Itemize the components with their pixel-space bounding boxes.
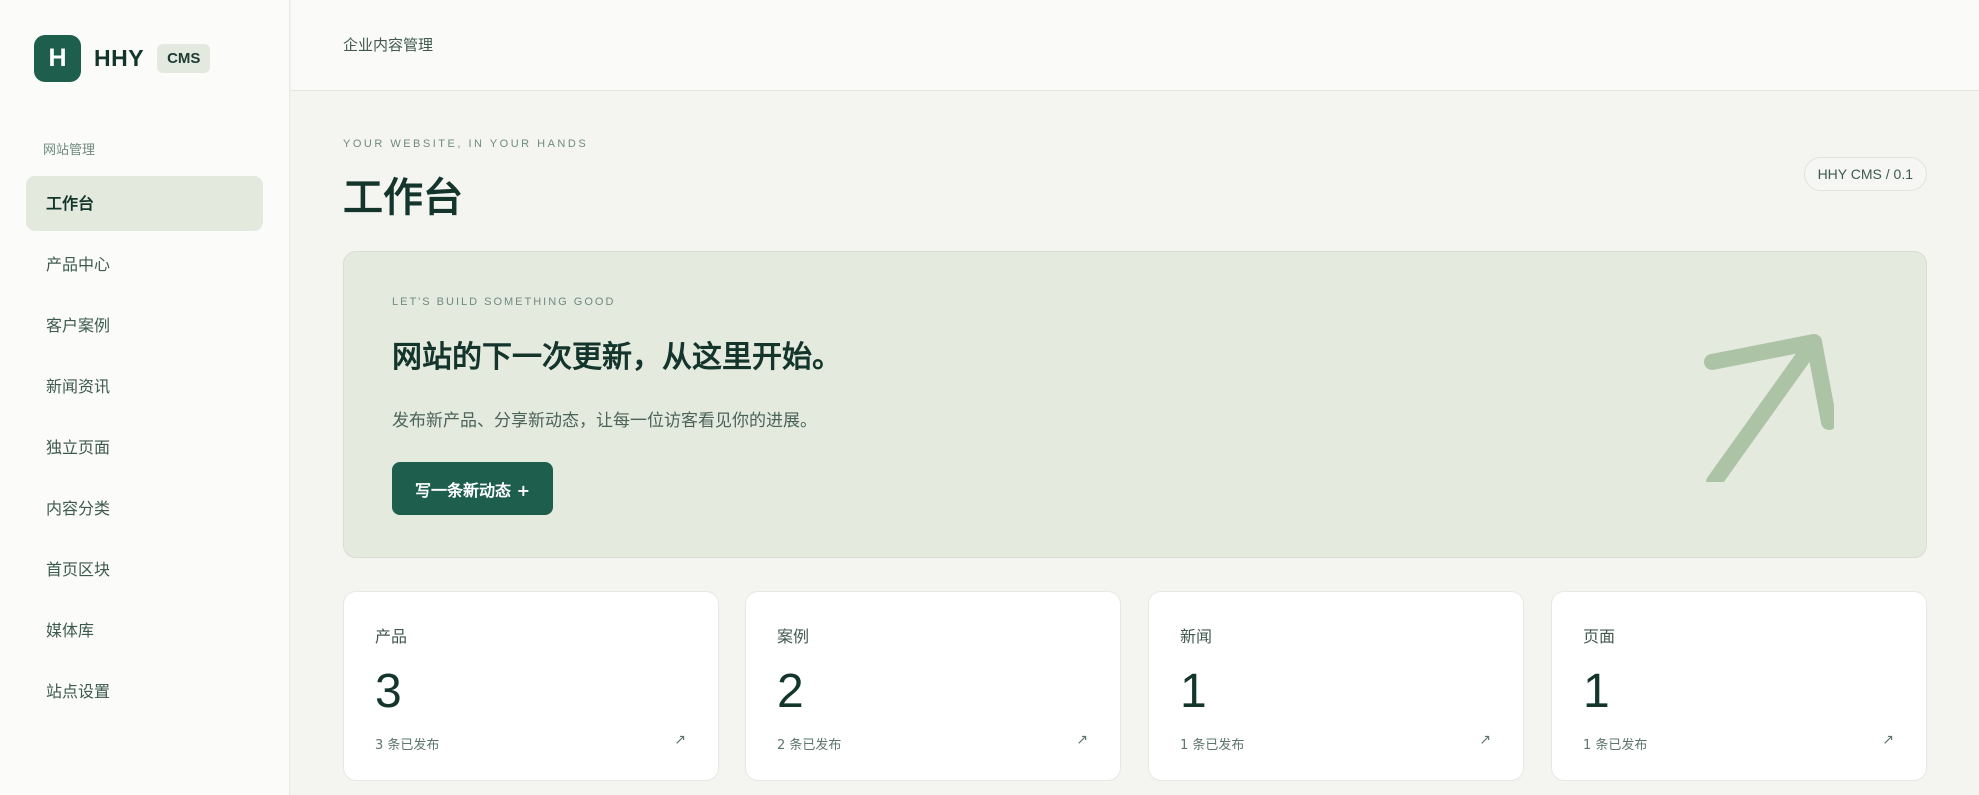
stat-label: 新闻 <box>1180 627 1213 646</box>
stat-sub: 1 条已发布 <box>1583 738 1648 753</box>
stat-card-products[interactable]: 产品 3 3 条已发布 ↗ <box>343 591 719 781</box>
hero-title: 网站的下一次更新，从这里开始。 <box>392 340 842 375</box>
sidebar-item-dashboard[interactable]: 工作台 <box>26 176 263 231</box>
sidebar-item-media[interactable]: 媒体库 <box>26 603 263 658</box>
sidebar-item-settings[interactable]: 站点设置 <box>26 664 263 719</box>
sidebar-item-categories[interactable]: 内容分类 <box>26 481 263 536</box>
hero-banner: LET'S BUILD SOMETHING GOOD 网站的下一次更新，从这里开… <box>343 251 1927 558</box>
stat-sub: 3 条已发布 <box>375 738 440 753</box>
version-badge: HHY CMS / 0.1 <box>1803 157 1927 191</box>
stat-card-cases[interactable]: 案例 2 2 条已发布 ↗ <box>745 591 1121 781</box>
new-post-button[interactable]: 写一条新动态 + <box>392 462 553 515</box>
stat-value: 3 <box>375 665 402 718</box>
stat-label: 页面 <box>1583 627 1616 646</box>
sidebar-item-home-blocks[interactable]: 首页区块 <box>26 542 263 597</box>
brand-logo-icon: H <box>34 35 81 82</box>
hero-description: 发布新产品、分享新动态，让每一位访客看见你的进展。 <box>392 411 817 431</box>
arrow-up-right-icon <box>1704 334 1834 482</box>
hero-eyebrow: LET'S BUILD SOMETHING GOOD <box>392 296 616 308</box>
sidebar-item-pages[interactable]: 独立页面 <box>26 420 263 475</box>
nav-section-label: 网站管理 <box>43 143 96 158</box>
sidebar-item-cases[interactable]: 客户案例 <box>26 298 263 353</box>
sidebar: H HHY CMS 网站管理 工作台 产品中心 客户案例 新闻资讯 独立页面 内… <box>0 0 290 795</box>
stats-row: 产品 3 3 条已发布 ↗ 案例 2 2 条已发布 ↗ 新闻 1 1 条已发布 … <box>343 591 1927 781</box>
stat-sub: 1 条已发布 <box>1180 738 1245 753</box>
stat-sub: 2 条已发布 <box>777 738 842 753</box>
stat-label: 案例 <box>777 627 810 646</box>
stat-card-pages[interactable]: 页面 1 1 条已发布 ↗ <box>1551 591 1927 781</box>
sidebar-nav: 工作台 产品中心 客户案例 新闻资讯 独立页面 内容分类 首页区块 媒体库 站点… <box>26 176 263 725</box>
stat-value: 1 <box>1180 665 1207 718</box>
arrow-up-right-icon: ↗ <box>1076 732 1088 748</box>
stat-label: 产品 <box>375 627 408 646</box>
sidebar-item-news[interactable]: 新闻资讯 <box>26 359 263 414</box>
brand-tag: CMS <box>157 44 211 73</box>
arrow-up-right-icon: ↗ <box>1479 732 1491 748</box>
page-title: 工作台 <box>343 175 463 221</box>
topbar-title: 企业内容管理 <box>343 36 434 54</box>
sidebar-item-products[interactable]: 产品中心 <box>26 237 263 292</box>
stat-value: 2 <box>777 665 804 718</box>
stat-card-news[interactable]: 新闻 1 1 条已发布 ↗ <box>1148 591 1524 781</box>
topbar: 企业内容管理 <box>291 0 1979 91</box>
brand-name: HHY <box>94 45 145 71</box>
stat-value: 1 <box>1583 665 1610 718</box>
brand[interactable]: H HHY CMS <box>34 35 211 82</box>
arrow-up-right-icon: ↗ <box>674 732 686 748</box>
page-eyebrow: YOUR WEBSITE, IN YOUR HANDS <box>343 138 589 150</box>
arrow-up-right-icon: ↗ <box>1882 732 1894 748</box>
